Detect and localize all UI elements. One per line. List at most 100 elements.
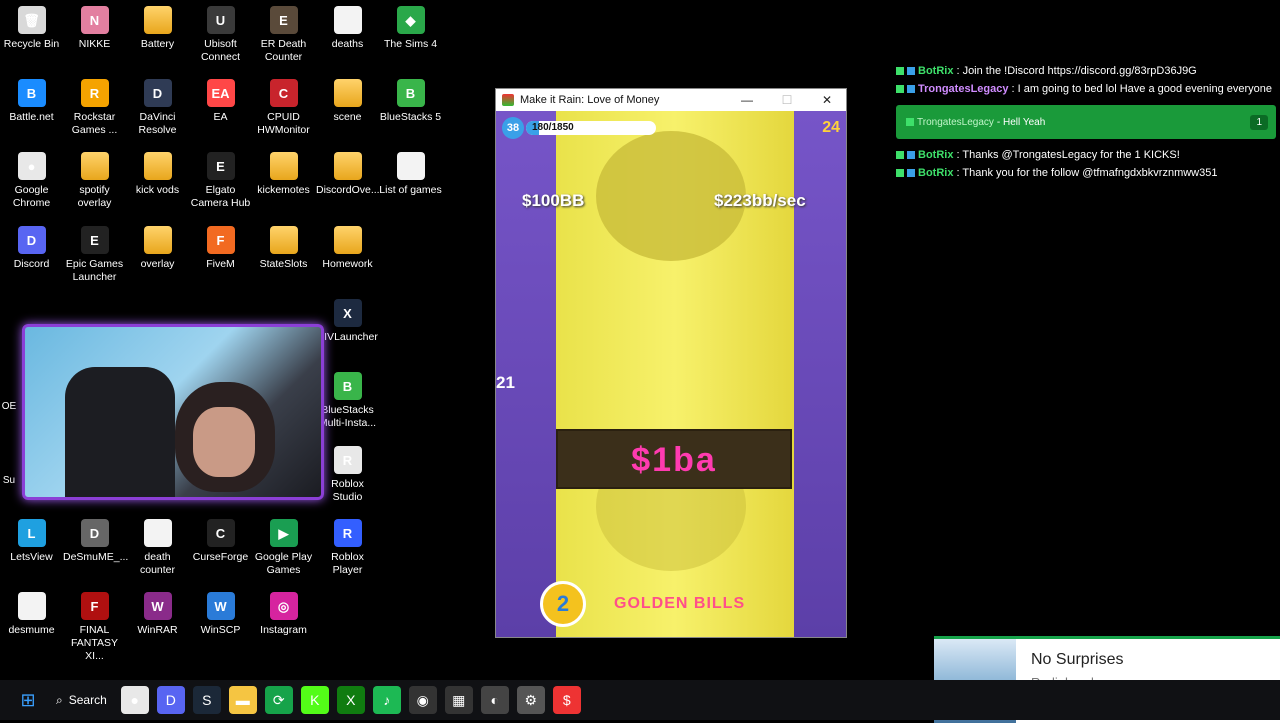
desktop-icon-davinci-resolve[interactable]: D DaVinci Resolve	[126, 79, 189, 137]
app-icon: L	[17, 519, 46, 547]
desktop-icon-spotify-overlay[interactable]: spotify overlay	[63, 152, 126, 210]
desktop-icon-google-chrome[interactable]: ● Google Chrome	[0, 152, 63, 210]
dollar-bill-stack[interactable]	[556, 111, 794, 637]
file-explorer-taskbar-icon[interactable]: ▬	[228, 686, 257, 714]
desktop-icon-letsview[interactable]: L LetsView	[0, 519, 63, 564]
desktop-icon-recycle-bin[interactable]: 🗑 Recycle Bin	[0, 6, 63, 51]
desktop-icon-bluestacks-multi-insta[interactable]: B BlueStacks Multi-Insta...	[316, 372, 379, 430]
desktop-icon-google-play-games[interactable]: ▶ Google Play Games	[252, 519, 315, 577]
make-it-rain-taskbar-icon[interactable]: $	[552, 686, 581, 714]
desktop-icon-fivem[interactable]: F FiveM	[189, 226, 252, 271]
chat-text: : I am going to bed lol Have a good even…	[1011, 83, 1272, 95]
chat-message: BotRix: Join the !Discord https://discor…	[896, 62, 1276, 80]
desktop-icon-er-death-counter[interactable]: E ER Death Counter	[252, 6, 315, 64]
app-icon: C	[206, 519, 235, 547]
xbox-taskbar-icon[interactable]: X	[336, 686, 365, 714]
desktop-icon-epic-games-launcher[interactable]: E Epic Games Launcher	[63, 226, 126, 284]
app-icon: E	[206, 152, 235, 180]
desktop-icon-label: FINAL FANTASY XI...	[70, 624, 119, 662]
kick-badge-icon	[896, 169, 904, 177]
desktop-icon-nikke[interactable]: N NIKKE	[63, 6, 126, 51]
desktop-icon-battery[interactable]: Battery	[126, 6, 189, 51]
desktop-icon-label: Roblox Player	[331, 551, 364, 576]
desktop-icon-label: Elgato Camera Hub	[190, 184, 251, 209]
desktop-icon-scene[interactable]: scene	[316, 79, 379, 124]
app-icon: D	[143, 79, 172, 107]
desktop: 🗑 Recycle Bin N NIKKE Battery U Ubisoft Connec…	[0, 0, 1280, 680]
folder-icon	[333, 152, 362, 180]
desktop-icon-roblox-player[interactable]: R Roblox Player	[316, 519, 379, 577]
desktop-icon-the-sims-4[interactable]: ◆ The Sims 4	[379, 6, 442, 51]
desktop-icon-final-fantasy-xi[interactable]: F FINAL FANTASY XI...	[63, 592, 126, 663]
desktop-icon-discord[interactable]: D Discord	[0, 226, 63, 271]
folder-icon	[143, 152, 172, 180]
desktop-icon-label: Battle.net	[9, 111, 54, 123]
desktop-icon-curseforge[interactable]: C CurseForge	[189, 519, 252, 564]
desktop-icon-roblox-studio[interactable]: R Roblox Studio	[316, 446, 379, 504]
chrome-taskbar-icon[interactable]: ●	[120, 686, 149, 714]
desktop-icon-label: StateSlots	[259, 258, 308, 270]
minimize-button[interactable]: —	[728, 89, 766, 111]
desktop-icon-deaths[interactable]: deaths	[316, 6, 379, 51]
desktop-icon-label: BlueStacks 5	[379, 111, 442, 123]
desktop-icon-death-counter[interactable]: death counter	[126, 519, 189, 577]
desktop-icon-bluestacks-5[interactable]: B BlueStacks 5	[379, 79, 442, 124]
desktop-icon-ea[interactable]: EA EA	[189, 79, 252, 124]
settings-taskbar-icon[interactable]: ⚙	[516, 686, 545, 714]
game-canvas[interactable]: 38 180/1850 24 $100BB $223bb/sec 21 $1ba…	[496, 111, 846, 637]
mod-badge-icon	[907, 85, 915, 93]
desktop-icon-winscp[interactable]: W WinSCP	[189, 592, 252, 637]
desktop-icon-label: XIVLauncher	[317, 331, 378, 343]
desktop-icon-kick-vods[interactable]: kick vods	[126, 152, 189, 197]
camera-hub-taskbar-icon[interactable]: ◉	[408, 686, 437, 714]
close-button[interactable]: ✕	[808, 89, 846, 111]
desktop-icon-label: overlay	[140, 258, 175, 270]
kick-taskbar-icon[interactable]: K	[300, 686, 329, 714]
desktop-icon-cpuid-hwmonitor[interactable]: C CPUID HWMonitor	[252, 79, 315, 137]
desktop-icon-elgato-camera-hub[interactable]: E Elgato Camera Hub	[189, 152, 252, 210]
chat-username: BotRix	[918, 65, 954, 77]
desktop-icon-label: deaths	[331, 38, 364, 50]
desktop-icon-kickemotes[interactable]: kickemotes	[252, 152, 315, 197]
app-icon: N	[80, 6, 109, 34]
desktop-icon-list-of-games[interactable]: List of games	[379, 152, 442, 197]
app-icon: W	[206, 592, 235, 620]
chat-text: : Thank you for the follow @tfmafngdxbkv…	[956, 167, 1218, 179]
desktop-icon-label: NIKKE	[78, 38, 111, 50]
app-icon: C	[269, 79, 298, 107]
desktop-icon-winrar[interactable]: W WinRAR	[126, 592, 189, 637]
game-titlebar[interactable]: Make it Rain: Love of Money — ☐ ✕	[496, 89, 846, 111]
desktop-icon-rockstar-games[interactable]: R Rockstar Games ...	[63, 79, 126, 137]
desktop-icon-instagram[interactable]: ◎ Instagram	[252, 592, 315, 637]
desktop-icon-desmume[interactable]: D DeSmuME_...	[63, 519, 128, 564]
discord-taskbar-icon[interactable]: D	[156, 686, 185, 714]
desktop-icon-label: death counter	[139, 551, 176, 576]
app-taskbar-icon[interactable]: ⟳	[264, 686, 293, 714]
steam-taskbar-icon[interactable]: S	[192, 686, 221, 714]
start-button[interactable]: ⊞	[14, 686, 42, 714]
obs-taskbar-icon[interactable]: ◐	[480, 686, 509, 714]
app-icon: R	[333, 446, 362, 474]
desktop-icon-overlay[interactable]: overlay	[126, 226, 189, 271]
desktop-icon-xivlauncher[interactable]: X XIVLauncher	[316, 299, 379, 344]
maximize-button[interactable]: ☐	[768, 89, 806, 111]
desktop-icon-homework[interactable]: Homework	[316, 226, 379, 271]
desktop-icon-label: Epic Games Launcher	[65, 258, 124, 283]
marquee-display: $1ba	[556, 429, 792, 489]
folder-icon	[333, 226, 362, 254]
desktop-icon-label: EA	[213, 111, 228, 123]
kick-badge-icon	[906, 118, 914, 126]
spotify-taskbar-icon[interactable]: ♪	[372, 686, 401, 714]
kicks-count: 1	[1250, 114, 1268, 130]
desktop-icon-stateslots[interactable]: StateSlots	[252, 226, 315, 271]
taskbar-search[interactable]: ⌕ Search	[46, 686, 117, 714]
desktop-icon-battle-net[interactable]: B Battle.net	[0, 79, 63, 124]
app-icon: U	[206, 6, 235, 34]
partial-desktop-label: Su	[2, 475, 16, 486]
stream-deck-taskbar-icon[interactable]: ▦	[444, 686, 473, 714]
app-icon: ◎	[269, 592, 298, 620]
desktop-icon-ubisoft-connect[interactable]: U Ubisoft Connect	[189, 6, 252, 64]
game-window[interactable]: Make it Rain: Love of Money — ☐ ✕ 38 180…	[495, 88, 847, 638]
desktop-icon-desmume[interactable]: desmume	[0, 592, 63, 637]
desktop-icon-discordove[interactable]: DiscordOve...	[316, 152, 380, 197]
